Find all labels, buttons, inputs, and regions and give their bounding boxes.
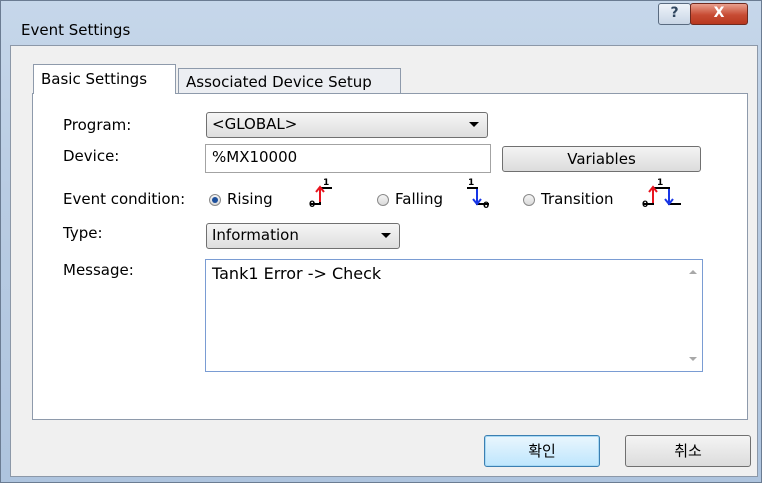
rising-radio[interactable] bbox=[209, 194, 221, 206]
scroll-up-arrow-icon[interactable] bbox=[689, 270, 697, 274]
falling-edge-icon: 1 0 bbox=[467, 178, 489, 211]
type-label: Type: bbox=[63, 224, 103, 242]
rising-edge-icon: 1 0 bbox=[309, 178, 332, 210]
event-settings-dialog: Event Settings ? X Basic Settings Associ… bbox=[0, 0, 762, 483]
falling-label[interactable]: Falling bbox=[395, 190, 443, 208]
message-label: Message: bbox=[63, 261, 134, 279]
program-select[interactable]: <GLOBAL> bbox=[206, 112, 488, 138]
transition-radio[interactable] bbox=[523, 194, 535, 206]
event-condition-label: Event condition: bbox=[63, 190, 186, 208]
program-label: Program: bbox=[63, 116, 132, 134]
rising-label[interactable]: Rising bbox=[227, 190, 273, 208]
program-select-value: <GLOBAL> bbox=[212, 115, 298, 133]
window-title: Event Settings bbox=[21, 21, 131, 39]
cancel-button[interactable]: 취소 bbox=[625, 435, 751, 467]
chevron-down-icon bbox=[381, 233, 391, 238]
tab-basic-settings[interactable]: Basic Settings bbox=[33, 64, 176, 94]
svg-text:0: 0 bbox=[309, 200, 315, 210]
type-select[interactable]: Information bbox=[206, 223, 400, 249]
variables-button[interactable]: Variables bbox=[502, 146, 701, 172]
close-button[interactable]: X bbox=[690, 3, 748, 25]
svg-text:0: 0 bbox=[483, 201, 489, 211]
tab-associated-device-setup[interactable]: Associated Device Setup bbox=[178, 68, 401, 94]
svg-text:1: 1 bbox=[657, 178, 663, 188]
message-textarea[interactable]: Tank1 Error -> Check bbox=[205, 259, 703, 372]
transition-label[interactable]: Transition bbox=[541, 190, 614, 208]
message-text: Tank1 Error -> Check bbox=[212, 264, 382, 283]
type-select-value: Information bbox=[212, 226, 299, 244]
title-bar[interactable]: Event Settings ? X bbox=[1, 1, 761, 45]
svg-text:0: 0 bbox=[642, 200, 648, 210]
help-button[interactable]: ? bbox=[658, 3, 691, 25]
svg-text:1: 1 bbox=[323, 178, 329, 188]
device-label: Device: bbox=[63, 147, 120, 165]
svg-text:1: 1 bbox=[468, 178, 474, 188]
ok-button[interactable]: 확인 bbox=[484, 435, 600, 467]
falling-radio[interactable] bbox=[377, 194, 389, 206]
device-input[interactable]: %MX10000 bbox=[205, 144, 491, 173]
device-input-value: %MX10000 bbox=[212, 148, 298, 166]
transition-edge-icon: 1 0 bbox=[642, 178, 681, 210]
scroll-down-arrow-icon[interactable] bbox=[689, 357, 697, 361]
chevron-down-icon bbox=[469, 122, 479, 127]
message-scrollbar[interactable] bbox=[685, 261, 701, 370]
